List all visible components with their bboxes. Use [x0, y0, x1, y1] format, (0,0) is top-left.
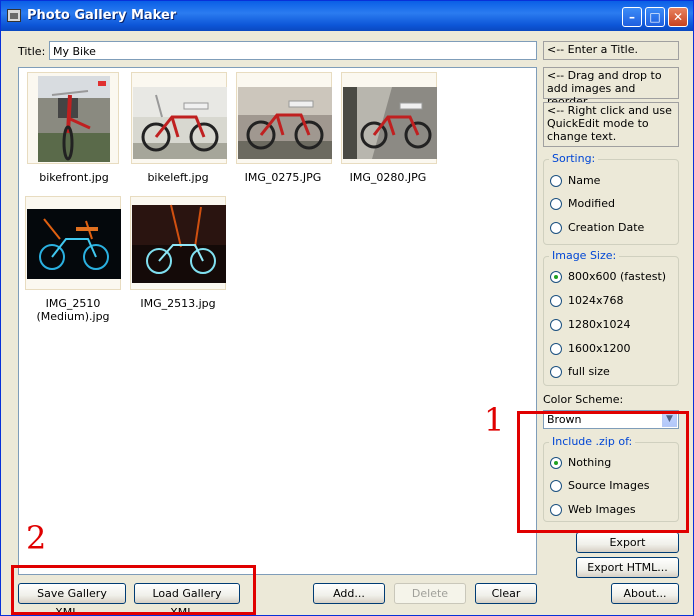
thumbnail-img-2510[interactable]: [25, 196, 121, 290]
image-size-group: Image Size: 800x600 (fastest) 1024x768 1…: [543, 249, 679, 386]
minimize-icon: –: [629, 10, 635, 24]
caption-img-0280[interactable]: IMG_0280.JPG: [333, 171, 443, 184]
export-webpage-button[interactable]: Export Webpage...: [576, 532, 679, 568]
sort-creation-date-radio[interactable]: [550, 222, 562, 234]
annotation-number-1: 1: [484, 401, 505, 439]
sorting-group: Sorting: Name Modified Creation Date: [543, 152, 679, 245]
sort-name-label[interactable]: Name: [568, 174, 600, 187]
color-scheme-label: Color Scheme:: [543, 393, 624, 406]
caption-bikeleft[interactable]: bikeleft.jpg: [123, 171, 233, 184]
window-title: Photo Gallery Maker: [27, 8, 177, 23]
sort-modified-label[interactable]: Modified: [568, 197, 615, 210]
thumbnail-img-2513[interactable]: [130, 196, 226, 290]
app-icon[interactable]: [7, 9, 21, 22]
close-button[interactable]: ✕: [668, 7, 688, 27]
caption-img-2510[interactable]: IMG_2510 (Medium).jpg: [19, 297, 127, 323]
thumbnail-img-0280[interactable]: [341, 72, 437, 164]
title-label: Title:: [18, 45, 46, 58]
size-1600x1200-radio[interactable]: [550, 343, 562, 355]
caption-bikefront[interactable]: bikefront.jpg: [19, 171, 129, 184]
export-html-button[interactable]: Export HTML...: [576, 557, 679, 578]
delete-button[interactable]: Delete: [394, 583, 466, 604]
maximize-icon: □: [649, 10, 661, 24]
hint-title: <-- Enter a Title.: [543, 41, 679, 60]
annotation-box-1: [517, 411, 689, 533]
size-1024x768-label[interactable]: 1024x768: [568, 294, 624, 307]
size-full-radio[interactable]: [550, 366, 562, 378]
minimize-button[interactable]: –: [622, 7, 642, 27]
annotation-number-2: 2: [26, 519, 47, 557]
bike-front-photo: [38, 76, 110, 162]
size-1024x768-radio[interactable]: [550, 295, 562, 307]
clear-button[interactable]: Clear: [475, 583, 537, 604]
image-size-title: Image Size:: [549, 249, 620, 262]
size-1280x1024-label[interactable]: 1280x1024: [568, 318, 631, 331]
sort-name-radio[interactable]: [550, 175, 562, 187]
bike-photo-0275: [238, 87, 332, 159]
size-800x600-label[interactable]: 800x600 (fastest): [568, 270, 666, 283]
thumbnail-bikefront[interactable]: [27, 72, 119, 164]
size-1600x1200-label[interactable]: 1600x1200: [568, 342, 631, 355]
bike-left-photo: [133, 87, 227, 159]
maximize-button[interactable]: □: [645, 7, 665, 27]
bike-photo-0280: [343, 87, 437, 159]
annotation-box-2: [11, 565, 256, 615]
app-window: Photo Gallery Maker – □ ✕ Title: My Bike…: [0, 0, 694, 616]
size-full-label[interactable]: full size: [568, 365, 610, 378]
thumbnail-bikeleft[interactable]: [131, 72, 227, 164]
title-bar[interactable]: Photo Gallery Maker – □ ✕: [1, 1, 693, 31]
hint-quickedit: <-- Right click and use QuickEdit mode t…: [543, 102, 679, 147]
hint-drag-drop: <-- Drag and drop to add images and reor…: [543, 67, 679, 108]
thumbnail-img-0275[interactable]: [236, 72, 332, 164]
add-button[interactable]: Add...: [313, 583, 385, 604]
size-800x600-radio[interactable]: [550, 271, 562, 283]
bike-night-photo-2510: [27, 209, 121, 279]
sorting-title: Sorting:: [549, 152, 599, 165]
sort-creation-date-label[interactable]: Creation Date: [568, 221, 644, 234]
title-input[interactable]: My Bike: [49, 41, 537, 60]
gallery-panel[interactable]: bikefront.jpg bikeleft.jpg IMG_0275.JPG …: [18, 67, 537, 575]
close-icon: ✕: [672, 10, 684, 24]
bike-night-photo-2513: [132, 204, 226, 283]
title-input-value: My Bike: [53, 45, 96, 58]
about-button[interactable]: About...: [611, 583, 679, 604]
sort-modified-radio[interactable]: [550, 198, 562, 210]
size-1280x1024-radio[interactable]: [550, 319, 562, 331]
caption-img-0275[interactable]: IMG_0275.JPG: [228, 171, 338, 184]
caption-img-2513[interactable]: IMG_2513.jpg: [123, 297, 233, 310]
